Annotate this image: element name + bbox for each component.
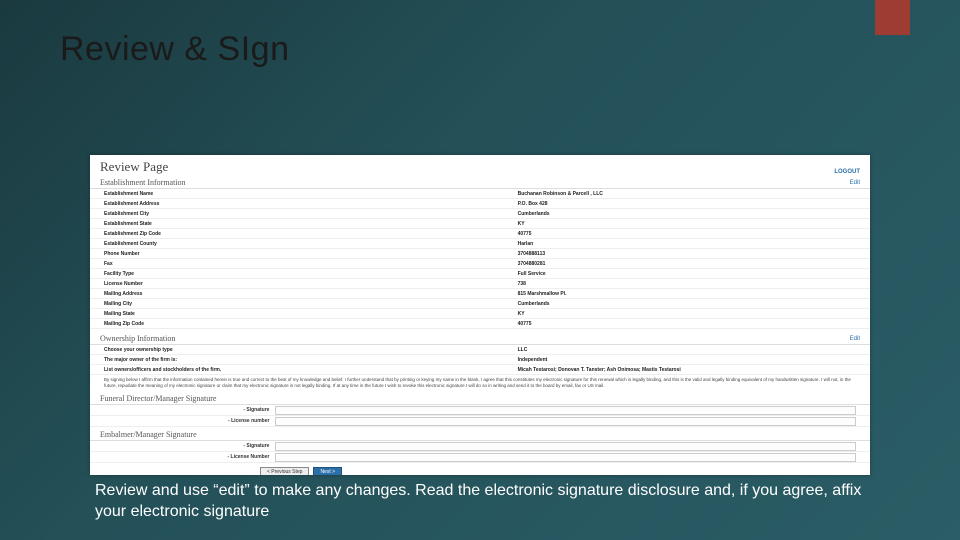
table-row: Mailing StateKY (90, 309, 870, 319)
next-button[interactable]: Next > (313, 467, 342, 475)
edit-link-establishment[interactable]: Edit (850, 180, 860, 186)
slide-title: Review & SIgn (60, 30, 290, 69)
signature-label: - Signature (104, 442, 275, 451)
section-title: Ownership Information (100, 334, 175, 343)
table-row: Establishment Zip Code40775 (90, 229, 870, 239)
table-row: Mailing CityCumberlands (90, 299, 870, 309)
previous-button[interactable]: < Previous Step (260, 467, 309, 475)
table-row: Establishment StateKY (90, 219, 870, 229)
section-title: Embalmer/Manager Signature (100, 430, 197, 439)
section-title: Establishment Information (100, 178, 186, 187)
logout-link[interactable]: LOGOUT (834, 169, 860, 175)
license-input[interactable] (275, 453, 856, 462)
license-input[interactable] (275, 417, 856, 426)
table-row: Choose your ownership typeLLC (90, 345, 870, 355)
slide-caption: Review and use “edit” to make any change… (95, 480, 890, 522)
table-row: Establishment NameBuchanan Robinson & Pa… (90, 189, 870, 199)
embedded-screenshot: Review Page LOGOUT Establishment Informa… (90, 155, 870, 475)
signature-input[interactable] (275, 406, 856, 415)
table-row: Facility TypeFull Service (90, 269, 870, 279)
edit-link-ownership[interactable]: Edit (850, 336, 860, 342)
signature-input[interactable] (275, 442, 856, 451)
section-fd-signature: Funeral Director/Manager Signature (90, 393, 870, 405)
page-title: Review Page (100, 159, 168, 175)
button-row: < Previous Step Next > (90, 463, 870, 475)
table-row: List owners/officers and stockholders of… (90, 365, 870, 375)
disclosure-text: By signing below I affirm that the infor… (90, 375, 870, 391)
table-row: License Number738 (90, 279, 870, 289)
section-title: Funeral Director/Manager Signature (100, 394, 216, 403)
license-label: - License Number (104, 453, 275, 462)
signature-label: - Signature (104, 406, 275, 415)
accent-bar (875, 0, 910, 35)
table-row: Establishment CountyHarlan (90, 239, 870, 249)
table-row: Mailing Address815 Marshmallow Pl. (90, 289, 870, 299)
table-row: Establishment AddressP.O. Box 428 (90, 199, 870, 209)
table-row: Establishment CityCumberlands (90, 209, 870, 219)
table-row: Fax3704880281 (90, 259, 870, 269)
table-row: Mailing Zip Code40775 (90, 319, 870, 329)
section-ownership-header: Ownership Information Edit (90, 333, 870, 345)
section-embalmer-signature: Embalmer/Manager Signature (90, 429, 870, 441)
page-header: Review Page LOGOUT (90, 155, 870, 177)
license-label: - License number (104, 417, 275, 426)
table-row: The major owner of the firm is:Independe… (90, 355, 870, 365)
section-establishment-header: Establishment Information Edit (90, 177, 870, 189)
table-row: Phone Number3704888113 (90, 249, 870, 259)
